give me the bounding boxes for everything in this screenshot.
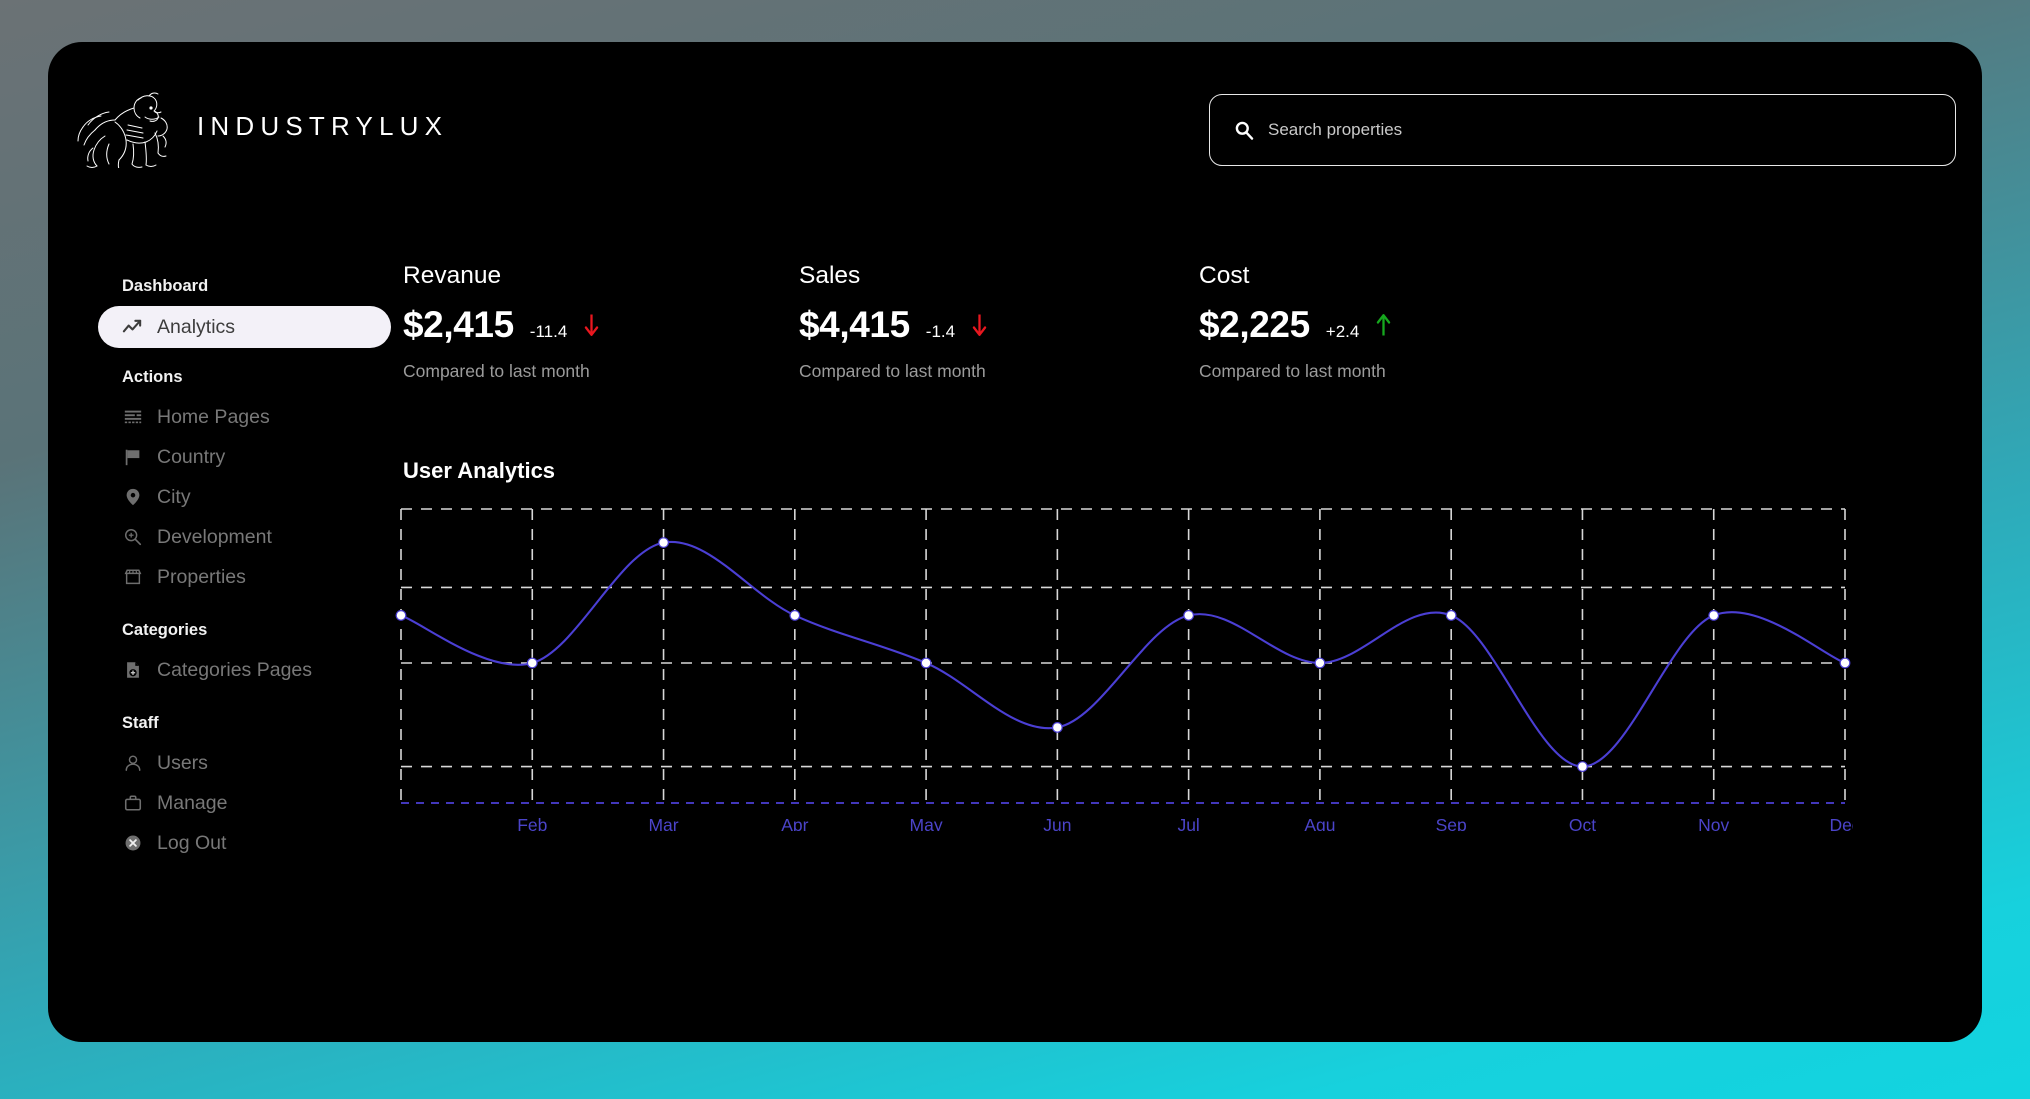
sidebar-item-label: Log Out — [157, 832, 226, 855]
sidebar-item-label: Analytics — [157, 316, 235, 339]
trending-up-icon — [122, 317, 143, 338]
chart-canvas: Feb Mar Apr May Jun Jul Agu Sep Oct Nov Dec — [393, 501, 1853, 831]
chart-gridlines — [401, 509, 1845, 803]
stat-delta: -11.4 — [530, 322, 568, 342]
stat-card-sales: Sales $4,415 -1.4 Compared to last month — [799, 262, 1199, 382]
arrow-down-icon — [583, 313, 600, 337]
chart-tick-labels: Feb Mar Apr May Jun Jul Agu Sep Oct Nov Dec — [517, 815, 1853, 831]
chart-data-point[interactable] — [396, 611, 406, 621]
chart-data-point[interactable] — [1840, 658, 1850, 668]
sidebar-item-label: Country — [157, 446, 225, 469]
chart-tick-label: Sep — [1436, 815, 1467, 831]
chart-tick-label: Oct — [1569, 815, 1596, 831]
chart-tick-label: May — [910, 815, 943, 831]
sidebar-item-label: City — [157, 486, 191, 509]
arrow-down-icon — [971, 313, 988, 337]
brand-name: INDUSTRYLUX — [197, 111, 448, 142]
main-content: Revanue $2,415 -11.4 Compared to last mo… — [403, 262, 1982, 1042]
stat-subtitle: Compared to last month — [799, 361, 1199, 382]
stat-card-cost: Cost $2,225 +2.4 Compared to last month — [1199, 262, 1595, 382]
stat-value: $2,415 — [403, 304, 514, 346]
file-plus-icon — [122, 660, 143, 681]
sidebar-item-label: Development — [157, 526, 272, 549]
chart-data-point[interactable] — [921, 658, 931, 668]
stat-subtitle: Compared to last month — [1199, 361, 1595, 382]
chart-data-point[interactable] — [790, 611, 800, 621]
map-pin-icon — [122, 487, 143, 508]
chart-tick-label: Agu — [1304, 815, 1335, 831]
stat-value-row: $2,225 +2.4 — [1199, 304, 1595, 346]
chart-data-point[interactable] — [1446, 611, 1456, 621]
chart-tick-label: Jul — [1177, 815, 1199, 831]
user-analytics-chart: User Analytics Feb Mar Apr May Jun Jul Agu Sep O… — [393, 458, 1923, 831]
stat-value: $2,225 — [1199, 304, 1310, 346]
stat-delta: -1.4 — [926, 322, 955, 342]
stat-title: Cost — [1199, 262, 1595, 290]
chart-tick-label: Feb — [517, 815, 547, 831]
flag-icon — [122, 447, 143, 468]
chart-data-point[interactable] — [1709, 611, 1719, 621]
user-icon — [122, 753, 143, 774]
app-header: INDUSTRYLUX — [48, 42, 1982, 227]
search-input[interactable] — [1268, 120, 1931, 140]
winged-lion-logo-icon — [75, 86, 171, 168]
circle-x-icon — [122, 833, 143, 854]
chart-tick-label: Dec — [1829, 815, 1853, 831]
storefront-icon — [122, 567, 143, 588]
arrow-up-icon — [1375, 313, 1392, 337]
list-lines-icon — [122, 407, 143, 428]
stat-title: Sales — [799, 262, 1199, 290]
chart-data-markers — [396, 538, 1850, 772]
search-icon — [1234, 120, 1254, 140]
stats-row: Revanue $2,415 -11.4 Compared to last mo… — [403, 262, 1918, 382]
search-bar[interactable] — [1209, 94, 1956, 166]
app-window: INDUSTRYLUX Dashboard Analytics — [48, 42, 1982, 1042]
chart-title: User Analytics — [403, 458, 1923, 484]
stat-value-row: $2,415 -11.4 — [403, 304, 799, 346]
chart-tick-label: Nov — [1698, 815, 1729, 831]
chart-data-point[interactable] — [1053, 723, 1063, 733]
stat-title: Revanue — [403, 262, 799, 290]
sidebar-item-analytics[interactable]: Analytics — [98, 306, 391, 348]
stat-value: $4,415 — [799, 304, 910, 346]
stat-delta: +2.4 — [1326, 322, 1360, 342]
stat-subtitle: Compared to last month — [403, 361, 799, 382]
chart-data-point[interactable] — [527, 658, 537, 668]
zoom-in-icon — [122, 527, 143, 548]
stat-card-revenue: Revanue $2,415 -11.4 Compared to last mo… — [403, 262, 799, 382]
brand-logo[interactable]: INDUSTRYLUX — [75, 84, 448, 169]
sidebar-item-label: Manage — [157, 792, 227, 815]
chart-line-series — [401, 542, 1845, 767]
stat-value-row: $4,415 -1.4 — [799, 304, 1199, 346]
briefcase-icon — [122, 793, 143, 814]
chart-data-point[interactable] — [659, 538, 669, 548]
chart-tick-label: Apr — [781, 815, 808, 831]
chart-data-point[interactable] — [1578, 762, 1588, 772]
chart-data-point[interactable] — [1315, 658, 1325, 668]
sidebar-item-label: Properties — [157, 566, 246, 589]
chart-tick-label: Mar — [648, 815, 678, 831]
chart-data-point[interactable] — [1184, 611, 1194, 621]
chart-tick-label: Jun — [1043, 815, 1071, 831]
sidebar-item-label: Categories Pages — [157, 659, 312, 682]
sidebar-item-label: Users — [157, 752, 208, 775]
sidebar-item-label: Home Pages — [157, 406, 270, 429]
